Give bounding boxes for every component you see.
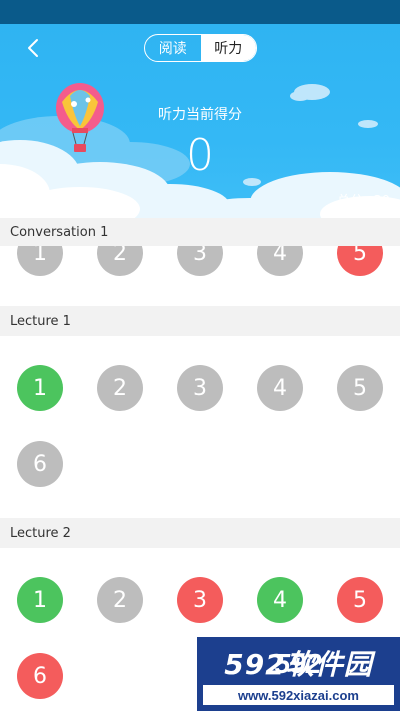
question-grid: 1 2 3 4 5 bbox=[0, 246, 400, 306]
question-button[interactable]: 3 bbox=[177, 246, 223, 276]
question-button[interactable]: 6 bbox=[17, 441, 63, 487]
total-label: 总分: bbox=[337, 194, 368, 209]
question-button[interactable]: 2 bbox=[97, 365, 143, 411]
section-title: Conversation 1 bbox=[0, 218, 400, 246]
question-button[interactable]: 2 bbox=[97, 577, 143, 623]
question-button[interactable]: 4 bbox=[257, 246, 303, 276]
section-title: Lecture 2 bbox=[0, 518, 400, 548]
question-button[interactable]: 4 bbox=[257, 365, 303, 411]
question-button[interactable]: 3 bbox=[177, 577, 223, 623]
tab-reading[interactable]: 阅读 bbox=[145, 35, 201, 61]
question-button[interactable]: 1 bbox=[17, 365, 63, 411]
question-button[interactable]: 5 bbox=[337, 365, 383, 411]
status-bar bbox=[0, 0, 400, 24]
question-button[interactable]: 5 bbox=[337, 246, 383, 276]
question-grid: 1 2 3 4 5 6 bbox=[0, 336, 400, 518]
question-button[interactable]: 3 bbox=[177, 365, 223, 411]
question-button[interactable]: 2 bbox=[97, 246, 143, 276]
question-button[interactable]: 5 bbox=[337, 577, 383, 623]
tab-listening[interactable]: 听力 bbox=[200, 35, 256, 61]
watermark-brand: 592软件园 bbox=[224, 648, 373, 681]
watermark-logo: 592 592软件园 www.592xiazai.com bbox=[197, 637, 400, 711]
score-header: 阅读 听力 听力当前得分 0 总分: 30 bbox=[0, 24, 400, 218]
total-score: 总分: 30 bbox=[331, 190, 390, 209]
question-button[interactable]: 6 bbox=[17, 653, 63, 699]
question-button[interactable]: 4 bbox=[257, 577, 303, 623]
watermark-url: www.592xiazai.com bbox=[203, 685, 394, 705]
section-title: Lecture 1 bbox=[0, 306, 400, 336]
back-button[interactable] bbox=[22, 36, 46, 60]
question-button[interactable]: 1 bbox=[17, 577, 63, 623]
section-switch: 阅读 听力 bbox=[144, 34, 257, 62]
score-label: 听力当前得分 bbox=[158, 107, 242, 123]
question-button[interactable]: 1 bbox=[17, 246, 63, 276]
total-value: 30 bbox=[373, 194, 390, 209]
score-value: 0 bbox=[186, 130, 214, 181]
chevron-left-icon bbox=[28, 39, 38, 57]
